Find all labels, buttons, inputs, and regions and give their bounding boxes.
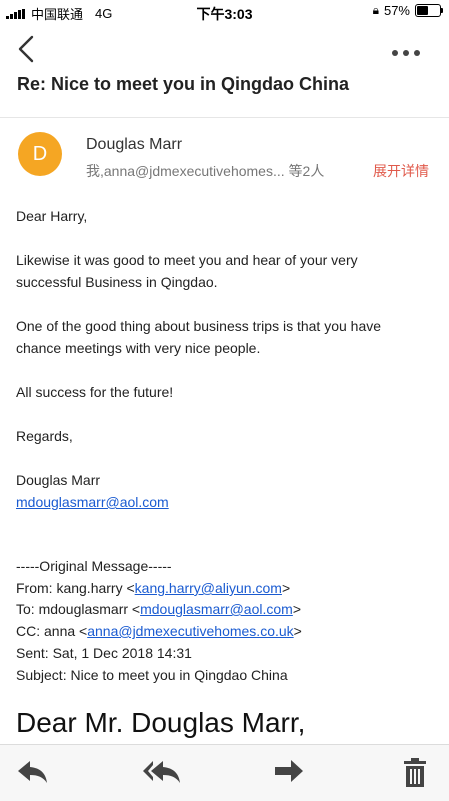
bottom-toolbar	[0, 744, 449, 801]
signature-email-link[interactable]: mdouglasmarr@aol.com	[16, 494, 169, 510]
reply-all-icon	[143, 761, 180, 783]
original-subject: Subject: Nice to meet you in Qingdao Chi…	[16, 667, 288, 683]
nav-bar	[0, 24, 449, 74]
to-email-link[interactable]: mdouglasmarr@aol.com	[140, 601, 293, 617]
forward-button[interactable]	[272, 757, 306, 787]
closing: Regards,	[16, 428, 73, 444]
paragraph-3: All success for the future!	[16, 384, 174, 400]
reply-icon	[18, 761, 47, 783]
trash-icon	[404, 758, 426, 787]
paragraph-1: Likewise it was good to meet you and hea…	[16, 252, 358, 290]
quoted-greeting: Dear Mr. Douglas Marr,	[16, 707, 306, 738]
reply-button[interactable]	[16, 757, 50, 787]
header-divider	[0, 117, 449, 118]
battery-fill	[417, 6, 428, 15]
original-to: To: mdouglasmarr <mdouglasmarr@aol.com>	[16, 601, 436, 617]
signature-name: Douglas Marr	[16, 472, 101, 488]
sender-avatar[interactable]: D	[18, 132, 62, 176]
more-options-button[interactable]	[391, 38, 421, 64]
to-label: To: mdouglasmarr <	[16, 601, 141, 617]
from-label: From: kang.harry <	[16, 580, 135, 596]
forward-icon	[275, 760, 303, 782]
paragraph-2: One of the good thing about business tri…	[16, 318, 382, 356]
cc-email-link[interactable]: anna@jdmexecutivehomes.co.uk	[87, 623, 293, 639]
original-divider: -----Original Message-----	[16, 558, 172, 574]
orientation-lock-icon: 🔒︎	[372, 3, 379, 17]
more-dots-icon	[392, 50, 420, 56]
email-subject: Re: Nice to meet you in Qingdao China	[17, 74, 350, 94]
greeting: Dear Harry,	[16, 208, 88, 224]
cc-close: >	[293, 623, 302, 639]
back-button[interactable]	[12, 32, 42, 66]
original-sent: Sent: Sat, 1 Dec 2018 14:31	[16, 645, 192, 661]
status-right: 🔒︎ 57%	[372, 3, 443, 18]
delete-button[interactable]	[400, 757, 430, 787]
battery-icon	[415, 4, 443, 17]
to-close: >	[292, 601, 302, 617]
original-cc: CC: anna <anna@jdmexecutivehomes.co.uk>	[16, 623, 436, 639]
recipient-summary: 我,anna@jdmexecutivehomes... 等2人	[86, 163, 325, 179]
cc-label: CC: anna <	[16, 623, 88, 639]
reply-all-button[interactable]	[142, 757, 182, 787]
from-close: >	[281, 580, 291, 596]
battery-percent: 57%	[383, 3, 410, 18]
sender-name[interactable]: Douglas Marr	[86, 136, 182, 154]
email-body: Dear Harry, Likewise it was good to meet…	[16, 205, 434, 513]
expand-details-link[interactable]: 展开详情	[373, 161, 429, 181]
status-bar: 中国联通 4G 下午3:03 🔒︎ 57%	[0, 0, 449, 24]
original-from: From: kang.harry <kang.harry@aliyun.com>	[16, 580, 436, 596]
chevron-left-icon	[18, 35, 34, 63]
from-email-link[interactable]: kang.harry@aliyun.com	[135, 580, 282, 596]
